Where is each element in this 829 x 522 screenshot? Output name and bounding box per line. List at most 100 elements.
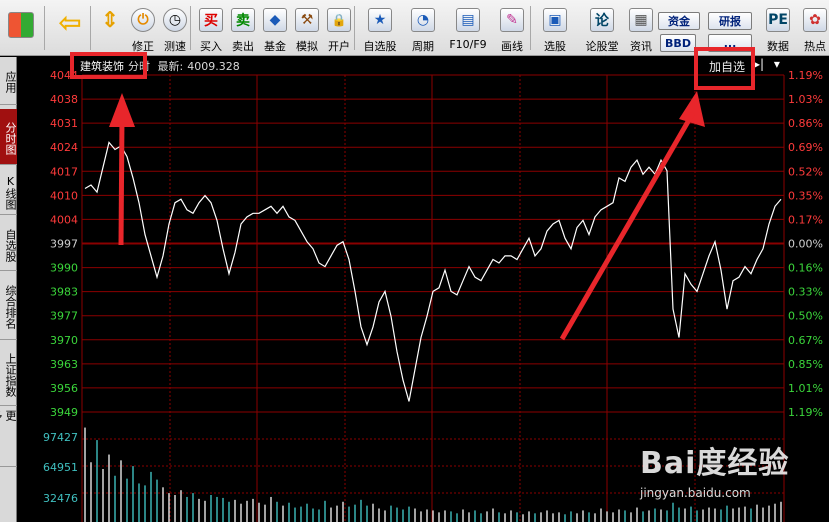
price-tick-label: 3997	[50, 238, 78, 251]
sidebar-tab-2[interactable]: K线图	[0, 167, 17, 215]
price-tick-label: 4038	[50, 93, 78, 106]
screen-icon: ▣	[543, 8, 567, 32]
toolbar-button-lun[interactable]: 论论股堂	[582, 2, 622, 54]
price-tick-label: 3963	[50, 358, 78, 371]
price-tick-label: 3970	[50, 334, 78, 347]
toolbar-button-news[interactable]: ▦ 资讯	[624, 2, 658, 54]
toolbar-button-buy[interactable]: 买买入	[196, 2, 226, 54]
percent-tick-label: 0.69%	[788, 141, 823, 154]
gavel-icon: ⚒	[295, 8, 319, 32]
latest-value: 4009.328	[187, 60, 240, 73]
sidebar-tab-6[interactable]: 更多...	[0, 407, 17, 467]
toolbar-button-app-grid[interactable]	[4, 2, 38, 54]
toolbar-button-updown-arrow[interactable]: ⇕	[96, 2, 124, 54]
price-line	[84, 141, 782, 402]
percent-tick-label: 0.86%	[788, 117, 823, 130]
toolbar-button-label: 买入	[200, 40, 222, 53]
sidebar-tab-0[interactable]: 应用	[0, 57, 17, 105]
percent-tick-label: 0.00%	[788, 238, 823, 251]
toolbar-small-button-bbd[interactable]: BBD	[660, 34, 696, 52]
toolbar-button-cycle-clock[interactable]: ◔ 周期	[404, 2, 442, 54]
volume-tick-label: 32476	[43, 492, 78, 505]
toolbar-button-back-arrow[interactable]: ⇦	[52, 2, 88, 54]
latest-label: 最新:	[157, 60, 184, 73]
toolbar-button-label: 画线	[501, 40, 523, 53]
app-grid-icon	[8, 12, 34, 38]
fund-icon: ◆	[263, 8, 287, 32]
percent-tick-label: 0.85%	[788, 358, 823, 371]
percent-tick-label: 0.52%	[788, 165, 823, 178]
toolbar-button-label: 模拟	[296, 40, 318, 53]
percent-tick-label: 0.50%	[788, 310, 823, 323]
toolbar-button-label: 测速	[164, 40, 186, 53]
percent-tick-label: 0.67%	[788, 334, 823, 347]
toolbar-separator	[354, 6, 355, 50]
hot-icon: ✿	[803, 8, 827, 32]
lun-icon: 论	[590, 8, 614, 32]
percent-tick-label: 0.16%	[788, 262, 823, 275]
price-tick-label: 3977	[50, 310, 78, 323]
percent-tick-label: 1.01%	[788, 382, 823, 395]
buy-icon: 买	[199, 8, 223, 32]
percent-tick-label: 0.33%	[788, 286, 823, 299]
clock-icon: ◷	[163, 8, 187, 32]
pencil-icon: ✎	[500, 8, 524, 32]
lock-icon: 🔒	[327, 8, 351, 32]
annotation-arrow-left	[118, 116, 125, 246]
back-arrow-icon: ⇦	[58, 5, 82, 39]
toolbar-button-f10[interactable]: ▤ F10/F9	[446, 2, 490, 54]
toolbar-button-label: F10/F9	[449, 38, 487, 51]
price-tick-label: 4031	[50, 117, 78, 130]
percent-tick-label: 1.19%	[788, 69, 823, 82]
price-tick-label: 3956	[50, 382, 78, 395]
price-tick-label: 3949	[50, 406, 78, 419]
toolbar-button-label: 周期	[412, 40, 434, 53]
toolbar-button-star-list[interactable]: ★ 自选股	[360, 2, 400, 54]
toolbar-button-label: 开户	[328, 40, 350, 53]
toolbar-button-power[interactable]: ⏻ 修正	[128, 2, 158, 54]
sidebar-tab-3[interactable]: 自选股	[0, 217, 17, 271]
toolbar-button-label: 热点	[804, 40, 826, 53]
dropdown-arrow-icon[interactable]: ▾	[774, 57, 780, 71]
highlight-box-name	[70, 52, 147, 79]
watermark-url: jingyan.baidu.com	[640, 486, 751, 500]
percent-tick-label: 1.19%	[788, 406, 823, 419]
toolbar-button-sell[interactable]: 卖卖出	[228, 2, 258, 54]
percent-tick-label: 1.03%	[788, 93, 823, 106]
toolbar-button-gavel[interactable]: ⚒ 模拟	[292, 2, 322, 54]
price-tick-label: 3983	[50, 286, 78, 299]
toolbar-button-clock[interactable]: ◷ 测速	[160, 2, 190, 54]
toolbar-button-label: 自选股	[363, 40, 397, 53]
toolbar-button-screen[interactable]: ▣ 选股	[536, 2, 574, 54]
star-list-icon: ★	[368, 8, 392, 32]
sidebar-tab-4[interactable]: 综合排名	[0, 272, 17, 340]
percent-tick-label: 0.35%	[788, 189, 823, 202]
price-tick-label: 4017	[50, 165, 78, 178]
toolbar-small-button-yanbao[interactable]: 研报	[708, 12, 752, 30]
toolbar-button-pencil[interactable]: ✎ 画线	[494, 2, 530, 54]
sidebar-tab-1[interactable]: 分时图	[0, 109, 17, 165]
toolbar-button-fund[interactable]: ◆ 基金	[260, 2, 290, 54]
toolbar-button-pe[interactable]: PE 数据	[760, 2, 796, 54]
toolbar-small-button-zijin[interactable]: 资金	[658, 12, 700, 30]
toolbar-separator	[44, 6, 45, 50]
toolbar-separator	[90, 6, 91, 50]
price-tick-label: 3990	[50, 262, 78, 275]
watermark-brand: Bai度经验	[640, 446, 790, 481]
skip-end-icon[interactable]: ▸|	[754, 57, 764, 71]
volume-tick-label: 64951	[43, 461, 78, 474]
toolbar-button-label: 基金	[264, 40, 286, 53]
toolbar-button-label: 选股	[544, 40, 566, 53]
sell-icon: 卖	[231, 8, 255, 32]
price-tick-label: 4010	[50, 189, 78, 202]
toolbar-button-label: 卖出	[232, 40, 254, 53]
pe-icon: PE	[766, 8, 790, 32]
sidebar-tab-5[interactable]: 上证指数	[0, 342, 17, 406]
toolbar-button-label: 数据	[767, 40, 789, 53]
toolbar-button-hot[interactable]: ✿ 热点	[800, 2, 829, 54]
toolbar-button-lock[interactable]: 🔒 开户	[324, 2, 354, 54]
toolbar-separator	[190, 6, 191, 50]
cycle-clock-icon: ◔	[411, 8, 435, 32]
updown-arrow-icon: ⇕	[100, 7, 120, 33]
price-tick-label: 4024	[50, 141, 78, 154]
